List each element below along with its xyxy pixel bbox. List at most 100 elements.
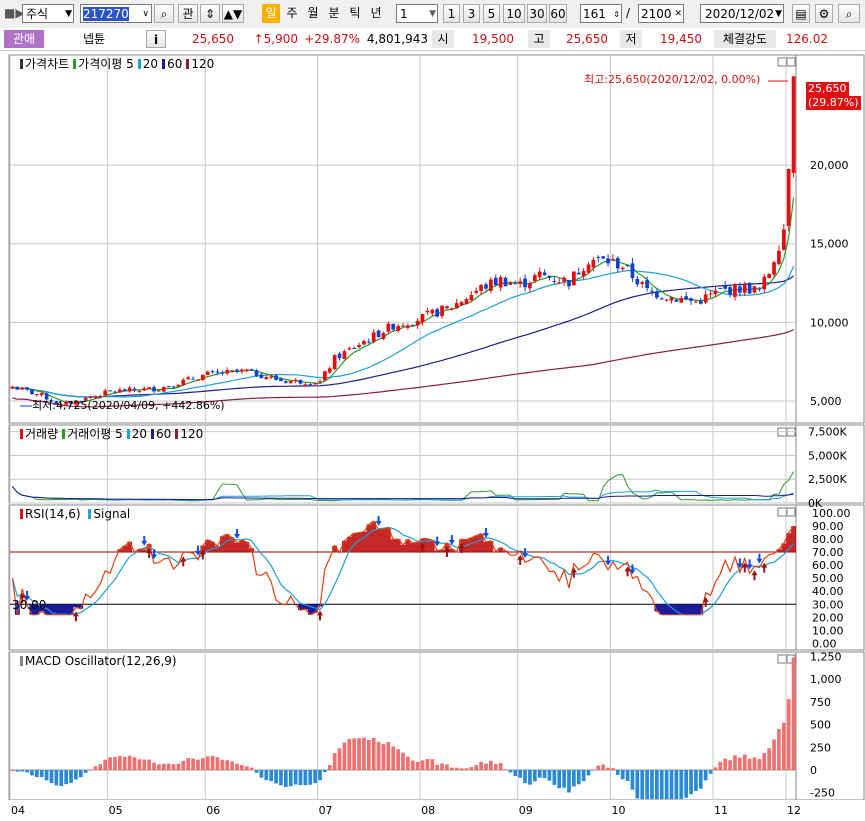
macd-osc-bar (581, 770, 586, 782)
macd-osc-bar (547, 770, 552, 781)
macd-osc-bar (757, 759, 762, 771)
macd-osc-bar (200, 758, 205, 771)
candle-body (664, 299, 669, 301)
legend-item: 20 (126, 427, 147, 441)
price-tick-label: 15,000 (810, 238, 849, 251)
candle-body (572, 271, 576, 286)
candle-body (659, 298, 664, 300)
candle-body (396, 325, 400, 331)
candle-body (777, 250, 781, 264)
macd-osc-bar (74, 770, 78, 780)
candle-body (279, 378, 283, 382)
legend-item: 60 (151, 427, 171, 441)
rsi-oversold-fill (14, 604, 704, 615)
candle-body (606, 258, 610, 264)
legend-item: 60 (162, 57, 182, 71)
macd-osc-bar (59, 770, 64, 787)
candle-body (117, 389, 122, 393)
macd-osc-bar (20, 770, 25, 772)
panel-close-icon (786, 507, 796, 517)
candle-body (230, 370, 234, 372)
macd-osc-bar (620, 770, 625, 780)
legend-marker (20, 429, 23, 439)
sell-signal-arrow (375, 515, 382, 526)
macd-osc-bar (15, 770, 20, 772)
candle-body (708, 293, 713, 295)
legend-marker (162, 59, 166, 69)
candle-body (352, 348, 357, 350)
candle-body (225, 370, 230, 374)
candle-body (528, 283, 532, 289)
macd-osc-bar (615, 770, 620, 775)
legend-item: 가격이평 5 (73, 57, 134, 71)
candle-body (469, 295, 474, 301)
candle-body (562, 277, 566, 282)
candle-body (484, 284, 488, 289)
last-pct-tag: (29.87%) (806, 96, 861, 110)
macd-osc-bar (274, 770, 278, 784)
ma60-line (12, 275, 794, 398)
legend-item: 20 (137, 57, 158, 71)
macd-osc-bar (293, 770, 298, 785)
legend-marker (137, 59, 141, 69)
macd-osc-bar (659, 770, 664, 800)
macd-osc-bar (625, 770, 630, 781)
macd-osc-bar (596, 765, 601, 771)
candle-body (249, 369, 254, 371)
macd-osc-bar (528, 770, 532, 785)
x-tick-label: 05 (109, 804, 123, 817)
macd-osc-bar (93, 766, 98, 771)
rsi-level-label: 30.00 (12, 598, 47, 612)
candle-body (200, 375, 205, 380)
candle-body (523, 278, 527, 288)
macd-osc-bar (435, 764, 440, 771)
macd-osc-bar (635, 770, 640, 799)
macd-osc-bar (259, 770, 264, 778)
macd-osc-bar (454, 767, 459, 771)
candle-body (20, 387, 25, 390)
macd-osc-bar (64, 770, 68, 785)
candle-body (288, 380, 293, 384)
macd-osc-bar (181, 760, 186, 771)
macd-osc-bar (161, 763, 166, 771)
macd-osc-bar (30, 770, 34, 776)
macd-osc-bar (347, 738, 352, 771)
candle-body (157, 390, 161, 392)
candle-body (532, 275, 537, 281)
rsi-signal-legend: Signal (88, 507, 130, 521)
macd-osc-bar (738, 757, 742, 771)
macd-osc-bar (215, 757, 220, 771)
macd-osc-bar (508, 770, 513, 773)
candle-body (552, 280, 557, 282)
macd-osc-bar (440, 763, 444, 771)
candle-body (615, 257, 620, 269)
x-tick-label: 04 (11, 804, 25, 817)
candle-body (205, 371, 210, 375)
candle-body (449, 308, 454, 310)
volume-panel-header: 거래량 거래이평 5 20 60 120 (20, 427, 207, 441)
candle-body (738, 286, 742, 293)
macd-osc-bar (552, 770, 557, 785)
candle-body (650, 290, 654, 292)
candle-body (283, 381, 288, 383)
rsi-tick-label: 100.00 (812, 507, 851, 520)
macd-osc-bar (176, 763, 181, 771)
candle-body (620, 267, 625, 270)
candle-body (611, 259, 615, 261)
candle-body (171, 386, 176, 388)
macd-osc-bar (303, 770, 308, 786)
candle-body (376, 330, 381, 337)
macd-osc-bar (718, 761, 723, 771)
candle-body (635, 279, 640, 285)
macd-osc-bar (484, 763, 488, 771)
rsi-signal-label: Signal (93, 507, 131, 521)
macd-osc-bar (401, 752, 405, 771)
candle-body (445, 306, 449, 309)
high-annotation: 최고:25,650(2020/12/02, 0.00%) (584, 73, 761, 86)
candle-body (293, 379, 298, 382)
macd-osc-bar (122, 756, 127, 771)
rsi-tick-label: 40.00 (812, 585, 844, 598)
macd-osc-bar (298, 770, 303, 786)
macd-osc-bar (308, 770, 313, 785)
macd-osc-bar (567, 770, 571, 793)
